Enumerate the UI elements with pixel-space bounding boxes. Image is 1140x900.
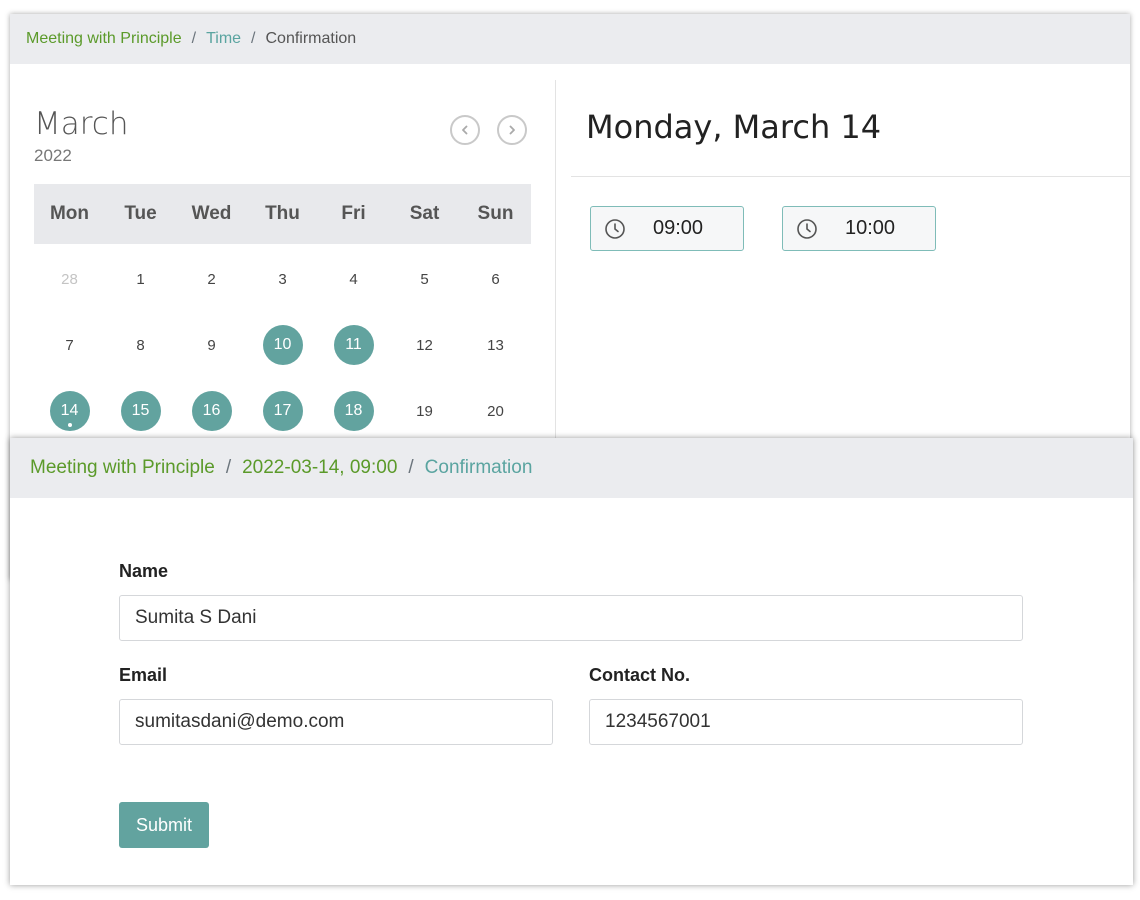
calendar-day: 8	[105, 312, 176, 378]
calendar-day-number: 11	[333, 325, 374, 365]
calendar-day-available[interactable]: 16	[176, 378, 247, 444]
calendar-day-available[interactable]: 15	[105, 378, 176, 444]
calendar-day-number: 13	[487, 336, 504, 354]
email-label: Email	[119, 665, 168, 685]
weekday-label: Sun	[477, 203, 514, 224]
weekday-label: Tue	[124, 203, 157, 224]
calendar-day-available[interactable]: 14	[34, 378, 105, 444]
calendar-day-number: 8	[136, 336, 145, 354]
calendar-year: 2022	[34, 146, 72, 165]
breadcrumb-separator: /	[408, 457, 414, 478]
name-label: Name	[119, 561, 169, 581]
calendar-day-number: 2	[207, 270, 216, 288]
clock-icon	[796, 218, 818, 240]
breadcrumb-datetime-link[interactable]: 2022-03-14, 09:00	[242, 457, 397, 479]
calendar-day-available[interactable]: 10	[247, 312, 318, 378]
weekday-header: Mon Tue Wed Thu Fri Sat Sun	[34, 184, 531, 244]
calendar-day-number: 10	[262, 325, 303, 365]
name-field[interactable]	[119, 595, 1023, 641]
breadcrumb-separator: /	[251, 30, 256, 47]
time-slot-button[interactable]: 10:00	[782, 206, 936, 251]
breadcrumb-confirmation: Confirmation	[265, 30, 357, 47]
weekday-label: Thu	[265, 203, 300, 224]
calendar-day-number: 19	[416, 402, 433, 420]
contact-number-field[interactable]	[589, 699, 1023, 745]
contact-number-label: Contact No.	[589, 665, 690, 685]
calendar-day: 13	[460, 312, 531, 378]
time-slot-label: 10:00	[845, 217, 896, 239]
breadcrumb-confirmation-current: Confirmation	[424, 457, 533, 478]
breadcrumb: Meeting with Principle / 2022-03-14, 09:…	[10, 438, 1133, 498]
calendar-day-number: 5	[420, 270, 429, 288]
chevron-right-icon	[506, 124, 518, 136]
email-field[interactable]	[119, 699, 553, 745]
calendar-day-number: 15	[120, 391, 161, 431]
weekday-label: Mon	[49, 203, 90, 224]
heading-divider	[571, 176, 1130, 177]
calendar-day-number: 7	[65, 336, 74, 354]
calendar-day-number: 28	[61, 270, 78, 288]
chevron-left-icon	[459, 124, 471, 136]
calendar-day: 4	[318, 246, 389, 312]
calendar-month: March	[34, 106, 129, 142]
calendar-day-available[interactable]: 18	[318, 378, 389, 444]
calendar-day: 5	[389, 246, 460, 312]
breadcrumb-separator: /	[225, 457, 232, 478]
calendar-day-available[interactable]: 17	[247, 378, 318, 444]
breadcrumb-separator: /	[191, 30, 197, 47]
breadcrumb: Meeting with Principle / Time / Confirma…	[10, 14, 1130, 64]
confirmation-step-panel: Meeting with Principle / 2022-03-14, 09:…	[10, 438, 1133, 885]
weekday-label: Fri	[341, 203, 366, 224]
previous-month-button[interactable]	[450, 115, 480, 145]
calendar-day: 6	[460, 246, 531, 312]
calendar-day-number: 16	[191, 391, 232, 431]
calendar-day: 2	[176, 246, 247, 312]
time-slot-button[interactable]: 09:00	[590, 206, 744, 251]
calendar-days-grid: 28 1 2 3 4 5 6 7 8 9 10 11 12 13 14 15 16 17 18 19 20	[34, 246, 531, 444]
calendar-day-number: 18	[333, 391, 374, 431]
calendar-day: 3	[247, 246, 318, 312]
calendar-day-number: 12	[416, 336, 433, 354]
weekday-label: Sat	[409, 203, 440, 224]
next-month-button[interactable]	[497, 115, 527, 145]
submit-button[interactable]: Submit	[119, 802, 209, 848]
calendar-day: 19	[389, 378, 460, 444]
calendar-day-number: 6	[491, 270, 500, 288]
clock-icon	[604, 218, 626, 240]
calendar-day: 20	[460, 378, 531, 444]
selected-date-heading: Monday, March 14	[586, 108, 882, 146]
calendar-day-number: 4	[349, 270, 358, 288]
breadcrumb-meeting-link[interactable]: Meeting with Principle	[26, 30, 182, 48]
calendar-day: 9	[176, 312, 247, 378]
calendar-day: 7	[34, 312, 105, 378]
calendar-day-number: 3	[278, 270, 287, 288]
time-slot-label: 09:00	[653, 217, 704, 239]
calendar-day-number: 14	[49, 391, 90, 431]
calendar-day-number: 1	[136, 270, 145, 288]
weekday-label: Wed	[191, 203, 232, 224]
calendar-day: 1	[105, 246, 176, 312]
calendar-day-number: 17	[262, 391, 303, 431]
calendar-day-number: 20	[487, 402, 504, 420]
calendar-day-number: 9	[207, 336, 216, 354]
calendar-day: 12	[389, 312, 460, 378]
calendar-day-available[interactable]: 11	[318, 312, 389, 378]
calendar-day-outside-month: 28	[34, 246, 105, 312]
breadcrumb-meeting-link[interactable]: Meeting with Principle	[30, 457, 215, 479]
breadcrumb-time-current: Time	[206, 30, 242, 47]
